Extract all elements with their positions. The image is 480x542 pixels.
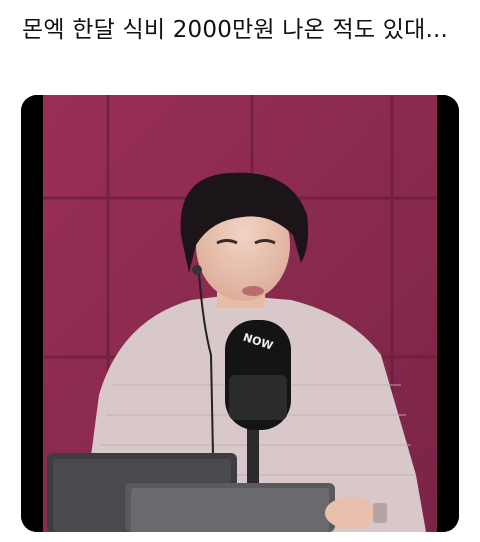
post-text: 몬엑 한달 식비 2000만원 나온 적도 있대... — [22, 17, 448, 43]
post-media-image[interactable]: NOW — [21, 95, 459, 532]
video-frame: NOW — [21, 95, 459, 532]
